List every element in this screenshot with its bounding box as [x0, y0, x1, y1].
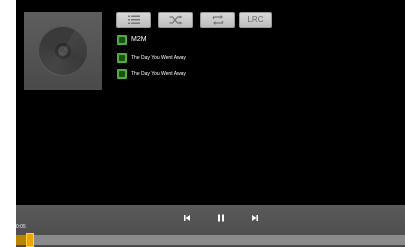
playback-bar: 0:05: [16, 205, 405, 247]
pause-button[interactable]: [215, 211, 227, 223]
artist-icon: [117, 35, 127, 45]
playlist-icon: [127, 15, 140, 24]
repeat-icon: [212, 15, 223, 25]
track-artist-label: M2M: [131, 36, 147, 43]
next-icon: [252, 215, 258, 221]
music-player-screen: LRC M2M The Day You Went Away The Day Yo…: [16, 0, 405, 247]
track-song-label: The Day You Went Away: [131, 71, 186, 77]
previous-icon: [184, 215, 190, 221]
repeat-button[interactable]: [200, 12, 235, 28]
elapsed-time: 0:05: [16, 224, 26, 230]
pause-icon: [218, 214, 224, 222]
seek-bar-thumb[interactable]: [26, 233, 34, 247]
album-icon: [117, 53, 127, 63]
shuffle-icon: [169, 15, 182, 25]
album-art: [24, 12, 102, 90]
lyrics-button[interactable]: LRC: [239, 12, 272, 28]
seek-bar[interactable]: [16, 233, 405, 247]
lyrics-button-label: LRC: [247, 15, 264, 24]
next-button[interactable]: [249, 211, 261, 223]
shuffle-button[interactable]: [158, 12, 193, 28]
previous-button[interactable]: [181, 211, 193, 223]
song-icon: [117, 69, 127, 79]
playlist-button[interactable]: [116, 12, 151, 28]
disc-shine: [38, 26, 88, 76]
track-album-label: The Day You Went Away: [131, 55, 186, 61]
